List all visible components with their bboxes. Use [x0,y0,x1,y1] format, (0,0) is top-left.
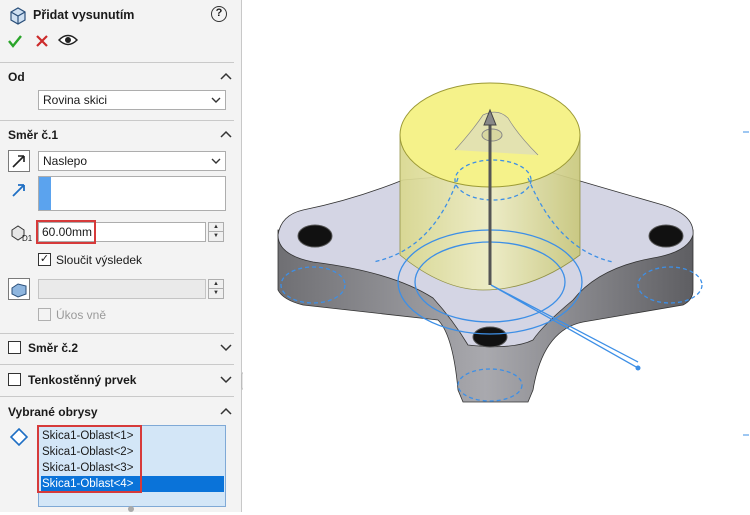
hole [472,326,508,348]
chevron-down-icon [211,158,221,164]
from-select-value: Rovina skici [43,93,108,107]
x-icon[interactable] [36,35,48,47]
chevron-up-icon[interactable] [219,129,233,139]
extrude-boss-icon [10,7,26,25]
thin-feature-checkbox[interactable] [8,373,21,386]
merge-checkbox[interactable]: ✓ [38,253,51,266]
resize-grip[interactable] [128,506,134,512]
boss-hub-top [481,128,503,142]
draft-outward-checkbox[interactable] [38,308,51,321]
graphics-viewport[interactable] [243,0,750,512]
from-select[interactable]: Rovina skici [38,90,226,110]
property-manager: Přidat vysunutím ? Od Rovina skici Směr … [0,0,242,512]
divider [0,333,234,334]
end-condition-select[interactable]: Naslepo [38,151,226,171]
direction2-checkbox[interactable] [8,341,21,354]
svg-text:D1: D1 [22,234,33,242]
reverse-direction-icon [12,155,25,168]
chevron-down-icon[interactable] [219,374,233,384]
spinner-up-icon[interactable]: ▲ [209,223,223,232]
sketch-point [635,365,641,371]
hole [297,224,333,248]
draft-toggle-button[interactable] [8,278,30,300]
divider [0,396,234,397]
spinner-down-icon[interactable]: ▼ [209,289,223,298]
direction2-section-header[interactable]: Směr č.2 [28,341,78,355]
from-section-header[interactable]: Od [8,70,25,84]
selection-focus-bar [39,177,51,210]
divider [0,62,234,63]
depth-d1-icon: D1 [11,225,33,242]
highlight-box [36,220,96,244]
end-condition-value: Naslepo [43,154,88,168]
direction-arrow-icon [12,184,25,197]
draft-spinner[interactable]: ▲ ▼ [208,279,224,299]
draft-icon [11,283,27,298]
draft-outward-label: Úkos vně [56,308,107,322]
chevron-down-icon[interactable] [219,342,233,352]
chevron-up-icon[interactable] [219,71,233,81]
chevron-up-icon[interactable] [219,406,233,416]
eye-icon[interactable] [58,33,78,47]
contours-section-header[interactable]: Vybrané obrysy [8,405,98,419]
direction-reference-box[interactable] [38,176,226,211]
check-icon[interactable] [8,34,22,48]
contour-diamond-icon [10,428,28,446]
reverse-direction-button[interactable] [8,150,30,172]
spinner-down-icon[interactable]: ▼ [209,232,223,241]
chevron-down-icon [211,97,221,103]
draft-angle-input[interactable] [38,279,206,299]
thin-feature-section-header[interactable]: Tenkostěnný prvek [28,373,136,387]
hole [648,224,684,248]
model-preview [277,82,749,436]
highlight-box [37,425,142,493]
divider [0,364,234,365]
direction1-section-header[interactable]: Směr č.1 [8,128,58,142]
feature-title: Přidat vysunutím [33,8,135,22]
spinner-up-icon[interactable]: ▲ [209,280,223,289]
merge-label: Sloučit výsledek [56,253,143,267]
divider [0,120,234,121]
depth-spinner[interactable]: ▲ ▼ [208,222,224,242]
help-button[interactable]: ? [211,6,227,22]
